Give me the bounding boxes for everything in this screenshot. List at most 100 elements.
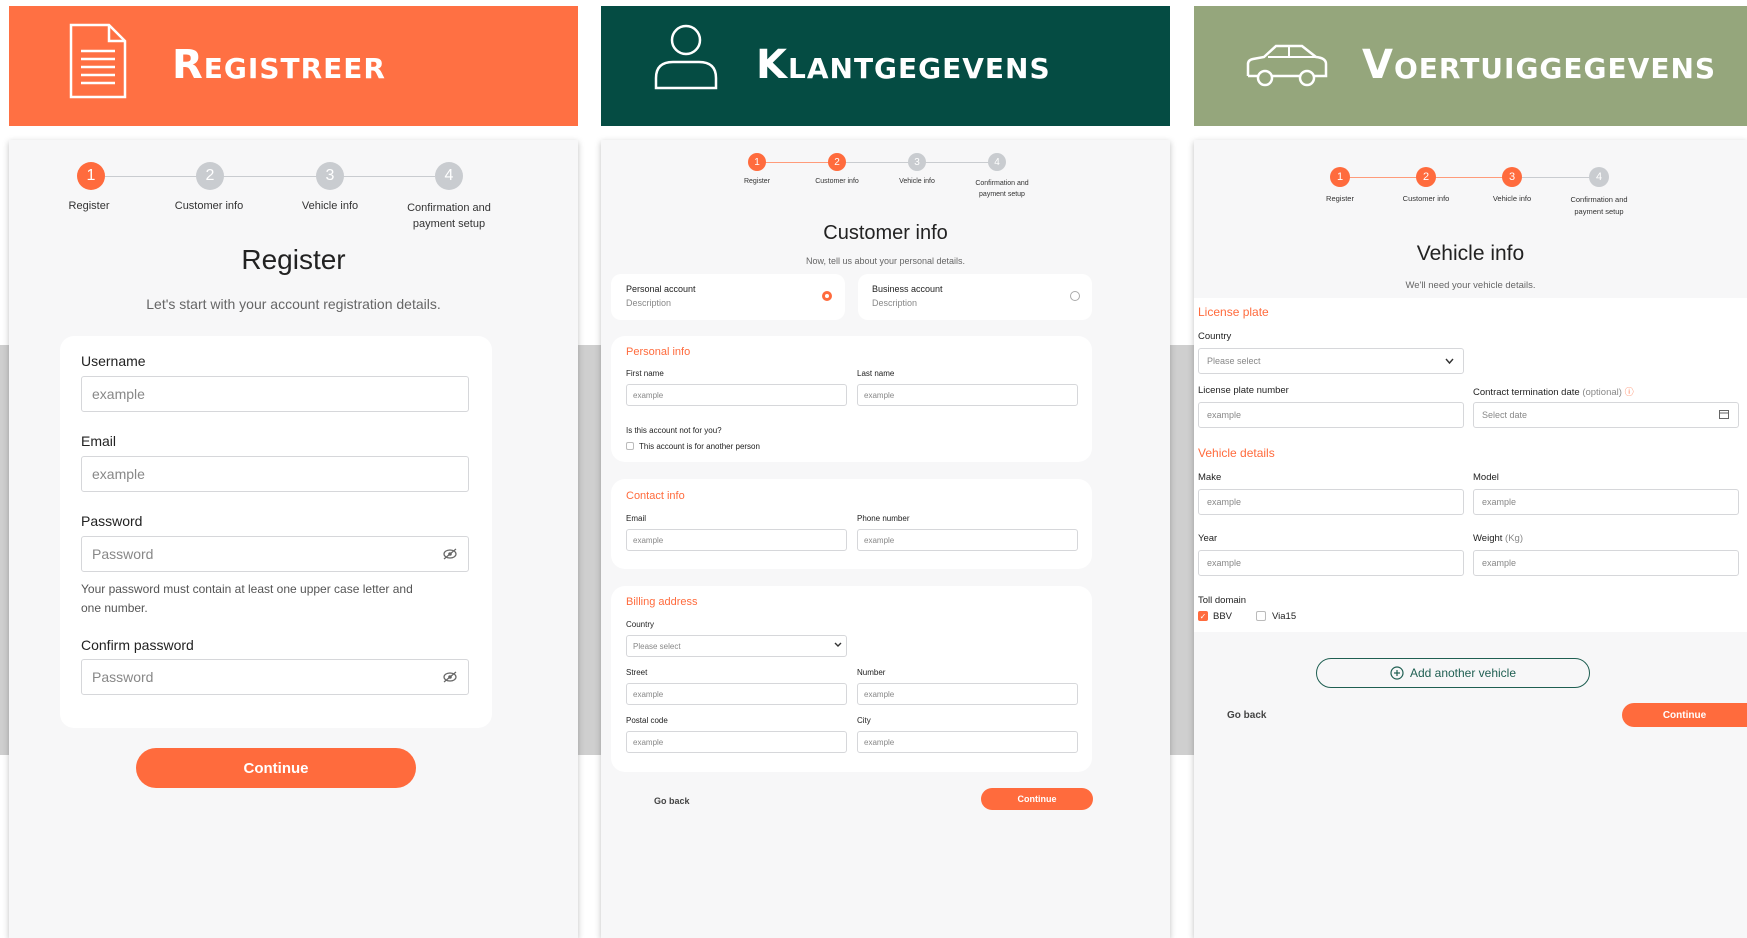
personal-account-desc: Description xyxy=(626,298,672,308)
page-title: Register xyxy=(241,244,346,275)
person-icon xyxy=(654,24,718,90)
username-label: Username xyxy=(81,353,146,369)
step-1-label: Register xyxy=(68,200,110,212)
step-4-dot: 4 xyxy=(988,153,1006,171)
year-label: Year xyxy=(1198,533,1218,544)
step-4-label: Confirmation and payment setup xyxy=(394,200,504,232)
number-input[interactable]: example xyxy=(857,683,1078,705)
email-input[interactable]: example xyxy=(81,456,469,492)
business-account-option[interactable] xyxy=(858,274,1092,320)
step-1-dot: 1 xyxy=(1330,167,1350,187)
continue-button[interactable]: Continue xyxy=(981,788,1093,810)
continue-button[interactable]: Continue xyxy=(136,748,416,788)
personal-account-label: Personal account xyxy=(626,284,696,294)
vehicle-card: 1 2 3 4 Register Customer info Vehicle i… xyxy=(1194,140,1747,938)
banner-vehicle: Voertuiggegevens xyxy=(1194,6,1747,126)
city-input[interactable]: example xyxy=(857,731,1078,753)
another-person-label: This account is for another person xyxy=(639,442,760,451)
model-input[interactable]: example xyxy=(1473,489,1739,515)
year-input[interactable]: example xyxy=(1198,550,1464,576)
last-name-input[interactable]: example xyxy=(857,384,1078,406)
bbv-checkbox[interactable]: ✓ xyxy=(1198,611,1208,621)
weight-unit: (Kg) xyxy=(1505,533,1523,544)
not-for-you-label: Is this account not for you? xyxy=(626,426,722,435)
first-name-label: First name xyxy=(626,369,664,378)
step-3-label: Vehicle info xyxy=(301,200,359,212)
step-4-label-line2: payment setup xyxy=(979,191,1025,198)
username-input[interactable]: example xyxy=(81,376,469,412)
step-2-dot: 2 xyxy=(1416,167,1436,187)
plus-circle-icon xyxy=(1390,666,1404,680)
termination-label: Contract termination date (optional) ⓘ xyxy=(1473,385,1634,398)
step-2-label: Customer info xyxy=(815,178,859,185)
step-1-dot: 1 xyxy=(77,162,105,190)
make-input[interactable]: example xyxy=(1198,489,1464,515)
step-3-label: Vehicle info xyxy=(899,178,935,185)
first-name-input[interactable]: example xyxy=(626,384,847,406)
bbv-label: BBV xyxy=(1213,611,1233,622)
step-4-label-line1: Confirmation and xyxy=(407,202,491,214)
step-4-dot: 4 xyxy=(1589,167,1609,187)
page-subtitle: Let's start with your account registrati… xyxy=(146,296,441,312)
continue-button[interactable]: Continue xyxy=(1622,703,1747,727)
car-icon xyxy=(1246,44,1328,87)
document-icon xyxy=(69,23,127,99)
eye-off-icon[interactable] xyxy=(443,671,457,683)
calendar-icon[interactable] xyxy=(1719,409,1729,419)
banner-title: Registreer xyxy=(172,42,386,88)
toll-domain-label: Toll domain xyxy=(1198,595,1247,606)
country-select[interactable]: Please select xyxy=(1198,348,1464,374)
step-4-label-line1: Confirmation and xyxy=(1570,195,1628,204)
page-subtitle: We'll need your vehicle details. xyxy=(1405,280,1536,291)
postal-code-input[interactable]: example xyxy=(626,731,847,753)
add-vehicle-label: Add another vehicle xyxy=(1409,666,1517,680)
go-back-link[interactable]: Go back xyxy=(654,796,690,806)
password-hint-line2: one number. xyxy=(81,601,148,615)
via15-label: Via15 xyxy=(1272,611,1297,622)
step-1-label: Register xyxy=(1326,194,1354,203)
postal-code-label: Postal code xyxy=(626,716,668,725)
plate-number-label: License plate number xyxy=(1198,385,1289,396)
step-4-label: Confirmation and payment setup xyxy=(952,178,1052,200)
email-label: Email xyxy=(626,514,647,523)
weight-input[interactable]: example xyxy=(1473,550,1739,576)
add-vehicle-button[interactable]: Add another vehicle xyxy=(1316,658,1590,688)
email-input[interactable]: example xyxy=(626,529,847,551)
panel-vehicle: Voertuiggegevens 1 2 3 4 Register Custom… xyxy=(1194,6,1747,938)
weight-label: Weight (Kg) xyxy=(1473,533,1523,544)
step-2-dot: 2 xyxy=(196,162,224,190)
via15-checkbox[interactable] xyxy=(1256,611,1266,621)
banner-register: Registreer xyxy=(9,6,578,126)
password-label: Password xyxy=(81,513,143,529)
banner-title: Voertuiggegevens xyxy=(1362,42,1717,88)
personal-account-option[interactable] xyxy=(611,274,845,320)
personal-account-radio[interactable] xyxy=(822,291,832,301)
step-4-label-line2: payment setup xyxy=(412,218,486,230)
business-account-radio[interactable] xyxy=(1070,291,1080,301)
step-4-label-line2: payment setup xyxy=(1574,207,1624,216)
password-hint: Your password must contain at least one … xyxy=(81,580,413,618)
password-hint-line1: Your password must contain at least one … xyxy=(81,582,413,596)
another-person-checkbox[interactable] xyxy=(626,442,634,450)
eye-off-icon[interactable] xyxy=(443,548,457,560)
plate-number-input[interactable]: example xyxy=(1198,402,1464,428)
stepper-line-done xyxy=(758,162,838,163)
country-select[interactable]: Please select xyxy=(626,635,847,657)
phone-input[interactable]: example xyxy=(857,529,1078,551)
info-icon[interactable]: ⓘ xyxy=(1625,387,1634,397)
password-input[interactable]: Password xyxy=(81,536,469,572)
country-label: Country xyxy=(626,620,655,629)
phone-label: Phone number xyxy=(857,514,910,523)
step-3-label: Vehicle info xyxy=(1492,194,1532,203)
confirm-password-input[interactable]: Password xyxy=(81,659,469,695)
page-title: Vehicle info xyxy=(1416,242,1525,265)
make-label: Make xyxy=(1198,472,1222,483)
contact-info-heading: Contact info xyxy=(626,490,685,502)
go-back-link[interactable]: Go back xyxy=(1227,710,1266,721)
termination-date-input[interactable]: Select date xyxy=(1473,402,1739,428)
step-1-dot: 1 xyxy=(748,153,766,171)
step-2-dot: 2 xyxy=(828,153,846,171)
license-plate-heading: License plate xyxy=(1198,305,1269,319)
weight-label-text: Weight xyxy=(1473,533,1503,544)
street-input[interactable]: example xyxy=(626,683,847,705)
